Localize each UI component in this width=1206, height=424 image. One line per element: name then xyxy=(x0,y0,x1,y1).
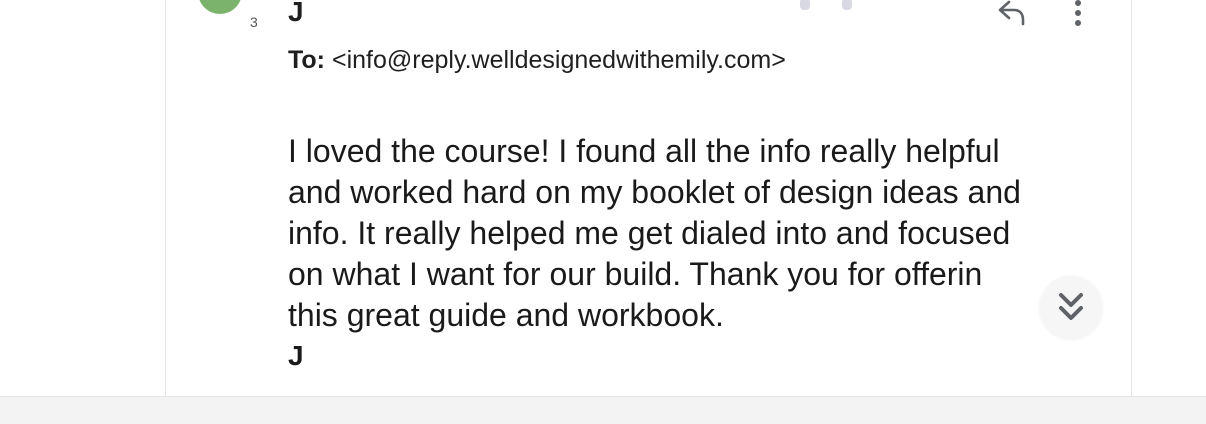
signature: J xyxy=(288,340,304,371)
card-border-right xyxy=(1131,0,1132,396)
more-vert-icon[interactable] xyxy=(1066,0,1090,30)
sender-avatar[interactable] xyxy=(198,0,242,14)
redacted-blob xyxy=(800,0,810,10)
bottom-bar xyxy=(0,396,1206,424)
redacted-blob xyxy=(842,0,852,10)
email-body: I loved the course! I found all the info… xyxy=(288,131,1118,336)
recipient-line: To: <info@reply.welldesignedwithemily.co… xyxy=(288,46,786,75)
scroll-down-button[interactable] xyxy=(1040,276,1102,338)
email-view: 3 J To: <info@reply.welldesignedwithemil… xyxy=(0,0,1206,424)
double-chevron-down-icon xyxy=(1059,293,1083,320)
body-line: I loved the course! I found all the info… xyxy=(288,133,1000,169)
card-border-left xyxy=(165,0,166,396)
sender-name: J xyxy=(288,0,304,27)
avatar-subscript: 3 xyxy=(250,14,258,30)
body-line: info. It really helped me get dialed int… xyxy=(288,215,1011,251)
body-line: and worked hard on my booklet of design … xyxy=(288,174,1021,210)
body-line: on what I want for our build. Thank you … xyxy=(288,256,983,292)
recipient-address: <info@reply.welldesignedwithemily.com> xyxy=(331,46,786,74)
to-label: To: xyxy=(288,46,326,74)
reply-icon[interactable] xyxy=(996,0,1028,28)
body-line: this great guide and workbook. xyxy=(288,297,724,333)
